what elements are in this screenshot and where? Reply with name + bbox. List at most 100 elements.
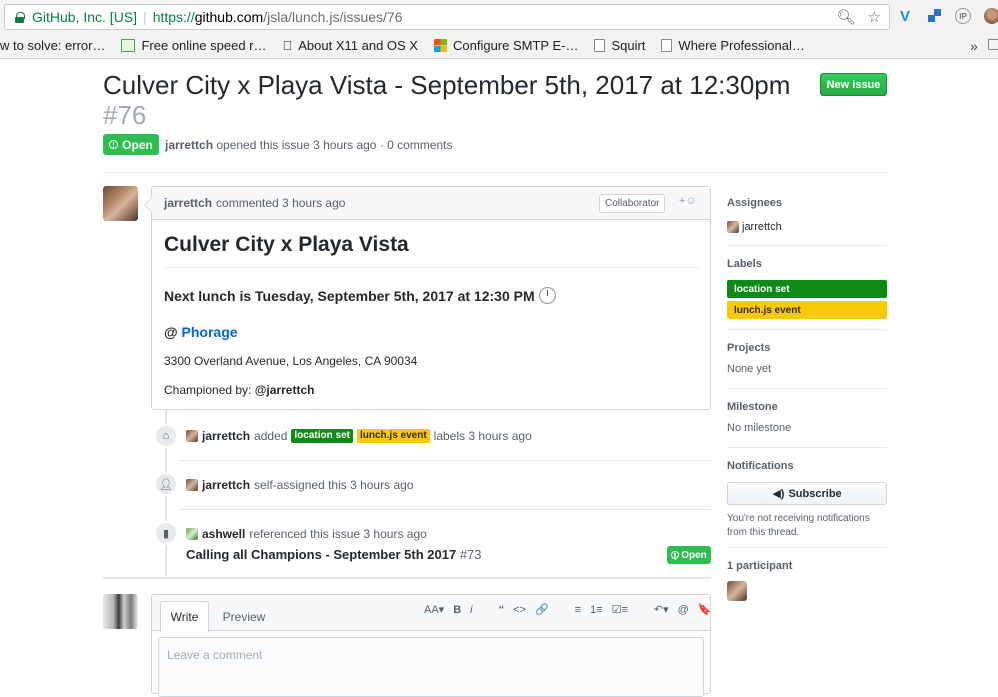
- bookmark-item[interactable]: Where Professional…: [661, 38, 805, 53]
- italic-icon[interactable]: i: [470, 604, 472, 616]
- clock-icon: [538, 287, 556, 304]
- speaker-icon: ◀): [772, 488, 785, 500]
- url-protocol: https://: [152, 9, 195, 25]
- new-issue-button[interactable]: New issue: [820, 73, 887, 96]
- labels-heading[interactable]: Labels: [727, 258, 887, 270]
- tab-preview[interactable]: Preview: [222, 601, 266, 632]
- avatar[interactable]: [103, 186, 138, 221]
- bookmark-label: Configure SMTP E-…: [443, 38, 578, 53]
- sidebar-label-location-set[interactable]: location set: [727, 280, 887, 298]
- subscribe-button[interactable]: ◀) Subscribe: [727, 482, 887, 505]
- sidebar-label-lunchjs-event[interactable]: lunch.js event: [727, 301, 887, 319]
- event-actor-link[interactable]: jarrettch: [202, 478, 250, 492]
- bookmark-label: Squirt: [601, 38, 645, 53]
- bookmark-icon: ▮: [154, 521, 178, 545]
- bookmark-item[interactable]: w to solve: error…: [0, 38, 105, 53]
- header-text-icon[interactable]: AA▾: [424, 603, 444, 616]
- event-verb: added: [254, 429, 288, 443]
- bookmark-item[interactable]: Squirt: [594, 38, 645, 53]
- sidebar-divider: [727, 547, 887, 548]
- zoom-icon[interactable]: 🔍︎: [837, 8, 856, 26]
- link-icon[interactable]: 🔗: [535, 603, 549, 616]
- profile-avatar-icon[interactable]: [984, 8, 998, 24]
- site-identity[interactable]: GitHub, Inc. [US]: [32, 9, 137, 25]
- champion-line: Championed by: @jarrettch: [164, 383, 314, 397]
- bookmark-item[interactable]: Configure SMTP E-…: [433, 38, 578, 53]
- task-list-icon[interactable]: ☑≡: [612, 603, 628, 616]
- avatar[interactable]: [727, 581, 747, 601]
- champion-mention[interactable]: @jarrettch: [255, 383, 315, 397]
- assignee-item[interactable]: jarrettch: [727, 221, 887, 233]
- mention-icon[interactable]: @: [678, 604, 689, 616]
- tag-icon: ⌂: [154, 424, 178, 448]
- issue-opened-icon: [671, 551, 680, 559]
- event-actor-link[interactable]: jarrettch: [202, 429, 250, 443]
- unordered-list-icon[interactable]: ≡: [575, 604, 581, 616]
- avatar[interactable]: [186, 430, 198, 442]
- timeline-divider: [180, 460, 711, 461]
- referenced-issue-link[interactable]: Calling all Champions - September 5th 20…: [186, 547, 482, 562]
- bookmark-label: Free online speed r…: [141, 38, 267, 53]
- referenced-issue-number[interactable]: #73: [460, 547, 482, 562]
- issue-comment: jarrettch commented 3 hours ago Collabor…: [144, 186, 711, 410]
- venue-address: 3300 Overland Avenue, Los Angeles, CA 90…: [164, 354, 418, 368]
- code-icon[interactable]: <>: [513, 604, 526, 616]
- referenced-issue-title[interactable]: Calling all Champions - September 5th 20…: [186, 547, 456, 562]
- comment-composer: Write Preview AA▾ B i “ <> 🔗 ≡ 1≡ ☑≡ ↶▾ …: [151, 594, 712, 697]
- lock-icon: [15, 11, 25, 23]
- bookmarks-more-button[interactable]: »: [970, 38, 978, 54]
- assignee-name[interactable]: jarrettch: [742, 221, 782, 233]
- bold-icon[interactable]: B: [453, 604, 461, 616]
- add-reaction-icon[interactable]: +☺: [679, 195, 697, 207]
- reply-icon[interactable]: ↶▾: [654, 603, 669, 616]
- ordered-list-icon[interactable]: 1≡: [590, 604, 603, 616]
- sidebar-divider: [727, 329, 887, 330]
- assignees-heading[interactable]: Assignees: [727, 197, 887, 209]
- label-location-set[interactable]: location set: [291, 429, 353, 443]
- bookmark-label: About X11 and OS X: [288, 38, 418, 53]
- squares-extension-icon[interactable]: [926, 8, 942, 24]
- sidebar-participants: 1 participant: [727, 560, 887, 601]
- bookmark-item[interactable]: About X11 and OS X: [283, 38, 418, 53]
- comment-timestamp[interactable]: commented 3 hours ago: [216, 196, 345, 210]
- projects-heading[interactable]: Projects: [727, 342, 887, 354]
- extensions: V IP: [897, 8, 998, 25]
- address-bar[interactable]: GitHub, Inc. [US] | https:// github.com …: [4, 4, 890, 30]
- sidebar-divider: [727, 388, 887, 389]
- timeline-divider: [180, 509, 711, 510]
- milestone-heading[interactable]: Milestone: [727, 401, 887, 413]
- sidebar-notifications: Notifications ◀) Subscribe You're not re…: [727, 460, 887, 540]
- avatar[interactable]: [186, 479, 198, 491]
- comment-author-link[interactable]: jarrettch: [164, 196, 212, 210]
- quote-icon[interactable]: “: [499, 604, 505, 616]
- folder-icon[interactable]: [988, 39, 998, 50]
- issue-opened-icon: [109, 140, 119, 149]
- venue-link[interactable]: Phorage: [182, 324, 238, 340]
- issue-number: #76: [103, 100, 147, 130]
- bookmark-item[interactable]: Free online speed r…: [121, 38, 267, 53]
- issue-author-link[interactable]: jarrettch: [165, 138, 213, 152]
- label-lunchjs-event[interactable]: lunch.js event: [356, 429, 430, 443]
- avatar[interactable]: [103, 594, 138, 629]
- sidebar-projects: Projects None yet: [727, 342, 887, 375]
- apple-icon: : [283, 38, 293, 53]
- bookmark-label: Where Professional…: [668, 38, 804, 53]
- issue-state-label: Open: [122, 137, 153, 152]
- avatar: [727, 221, 739, 233]
- comment-heading: Culver City x Playa Vista: [164, 233, 699, 268]
- saved-reply-icon[interactable]: 🔖: [698, 603, 712, 616]
- avatar[interactable]: [186, 528, 198, 540]
- url-path: /jsla/lunch.js/issues/76: [263, 9, 403, 25]
- comment-textarea[interactable]: Leave a comment: [158, 637, 704, 697]
- ip-extension-icon[interactable]: IP: [955, 8, 971, 24]
- vimeo-extension-icon[interactable]: V: [897, 8, 913, 25]
- tab-write[interactable]: Write: [160, 601, 209, 632]
- bookmarks-bar: w to solve: error… Free online speed r… …: [0, 33, 998, 59]
- star-icon[interactable]: ☆: [868, 8, 881, 26]
- event-text: self-assigned this 3 hours ago: [254, 478, 414, 492]
- event-actor-link[interactable]: ashwell: [202, 527, 245, 541]
- microsoft-icon: [433, 39, 447, 52]
- page-icon: [594, 39, 606, 52]
- book-icon: [121, 39, 136, 52]
- browser-toolbar: GitHub, Inc. [US] | https:// github.com …: [0, 0, 998, 33]
